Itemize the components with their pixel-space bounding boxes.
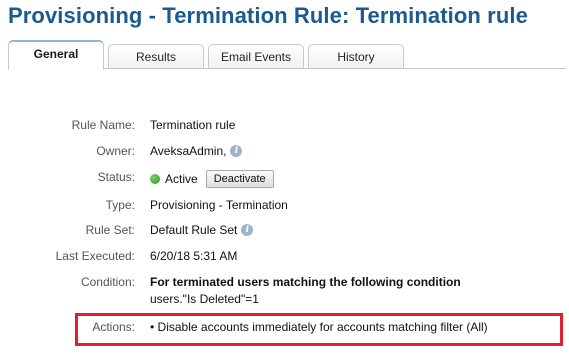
status-active-icon: [150, 174, 160, 184]
last-executed-value: 6/20/18 5:31 AM: [150, 249, 237, 263]
page-title: Provisioning - Termination Rule: Termina…: [8, 3, 528, 28]
last-executed-text: 6/20/18 5:31 AM: [150, 249, 238, 263]
tab-bar: General Results Email Events History: [8, 40, 566, 70]
condition-label: Condition:: [80, 275, 135, 289]
status-value: Active Deactivate: [150, 170, 274, 188]
rule-name-label: Rule Name:: [71, 118, 135, 132]
owner-value: AveksaAdmin, i: [150, 144, 243, 158]
owner-label: Owner:: [96, 144, 135, 158]
owner-text: AveksaAdmin,: [150, 144, 227, 158]
tab-email-events[interactable]: Email Events: [208, 44, 304, 68]
info-icon[interactable]: i: [241, 224, 254, 236]
deactivate-button[interactable]: Deactivate: [205, 170, 274, 188]
actions-label: Actions:: [92, 320, 135, 334]
rule-set-text: Default Rule Set: [150, 223, 238, 237]
tab-general[interactable]: General: [8, 40, 104, 70]
rule-set-label: Rule Set:: [85, 223, 135, 237]
action-item: • Disable accounts immediately for accou…: [150, 320, 488, 334]
actions-value: • Disable accounts immediately for accou…: [150, 320, 488, 334]
tab-history[interactable]: History: [308, 44, 404, 68]
type-text: Provisioning - Termination: [150, 198, 288, 212]
status-text: Active: [165, 172, 198, 186]
rule-name-value: Termination rule: [150, 118, 235, 132]
rule-name-text: Termination rule: [150, 118, 236, 132]
tab-results[interactable]: Results: [108, 44, 204, 68]
type-value: Provisioning - Termination: [150, 198, 288, 212]
status-label: Status:: [97, 170, 135, 184]
type-label: Type:: [105, 198, 135, 212]
info-icon[interactable]: i: [230, 145, 243, 157]
condition-expression: users."Is Deleted"=1: [150, 292, 259, 306]
last-executed-label: Last Executed:: [55, 249, 135, 263]
condition-title: For terminated users matching the follow…: [150, 275, 461, 289]
rule-set-value: Default Rule Set i: [150, 223, 254, 237]
condition-value: For terminated users matching the follow…: [150, 275, 461, 289]
